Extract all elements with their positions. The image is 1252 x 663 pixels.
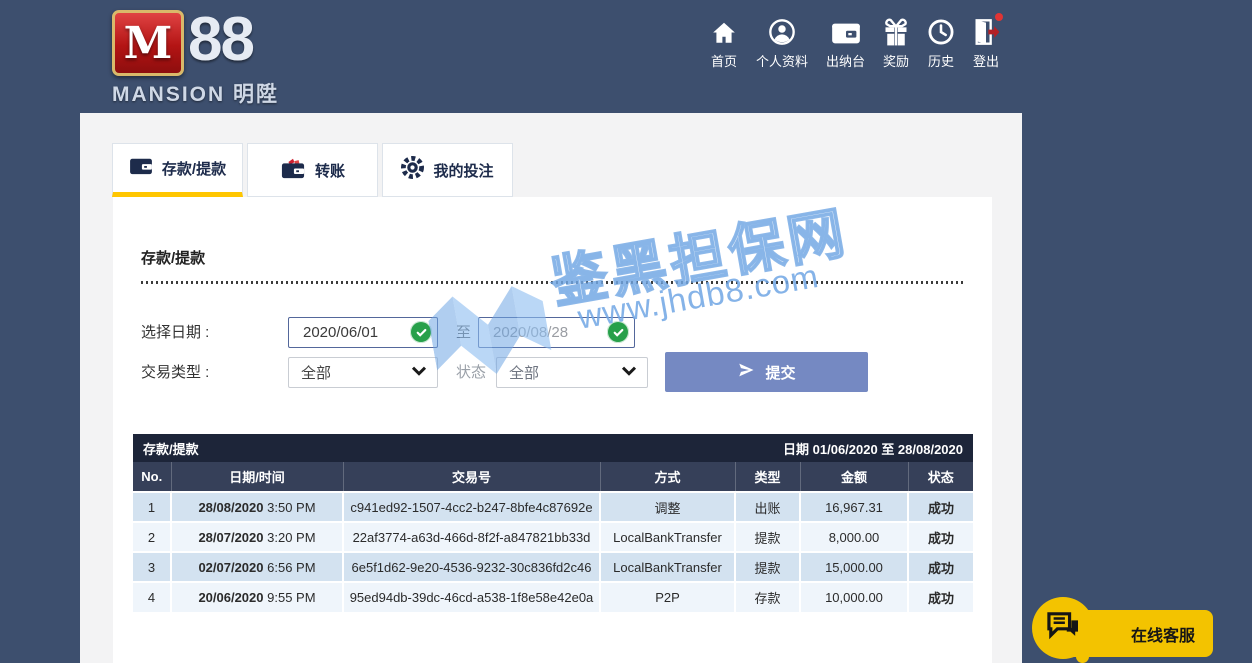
- m88-logo-emblem: M: [112, 10, 184, 76]
- status-value: 全部: [509, 362, 539, 383]
- col-header-no: No.: [133, 462, 171, 492]
- to-label: 至: [456, 317, 471, 348]
- valid-check-icon: [410, 321, 432, 343]
- cell-amount: 8,000.00: [800, 522, 908, 552]
- notification-dot: [995, 13, 1003, 21]
- nav-item-label: 首页: [711, 51, 737, 70]
- chevron-down-icon: [411, 364, 427, 382]
- cell-type: 提款: [735, 552, 800, 582]
- section-title: 存款/提款: [141, 247, 205, 268]
- profile-icon: [768, 16, 796, 46]
- cell-no: 3: [133, 552, 171, 582]
- cell-datetime: 20/06/2020 9:55 PM: [171, 582, 343, 612]
- col-header-status: 状态: [908, 462, 973, 492]
- submit-button-label: 提交: [765, 362, 795, 383]
- cell-type: 出账: [735, 492, 800, 522]
- nav-item-label: 出纳台: [826, 51, 865, 70]
- col-header-amount: 金额: [800, 462, 908, 492]
- transactions-table: No. 日期/时间 交易号 方式 类型 金额 状态 1 28/08/2020 3…: [133, 462, 973, 612]
- tab-deposit-withdrawal[interactable]: 存款/提款: [112, 143, 243, 197]
- table-title-bar: 存款/提款 日期 01/06/2020 至 28/08/2020: [133, 434, 973, 462]
- table-header-row: No. 日期/时间 交易号 方式 类型 金额 状态: [133, 462, 973, 492]
- status-label: 状态: [456, 357, 486, 388]
- m88-logo-subtitle: MANSION 明陞: [112, 78, 312, 108]
- live-chat-bubble[interactable]: [1032, 597, 1094, 659]
- cell-type: 提款: [735, 522, 800, 552]
- table-date-range: 日期 01/06/2020 至 28/08/2020: [783, 439, 963, 458]
- cell-amount: 10,000.00: [800, 582, 908, 612]
- m88-logo-88: 88: [188, 4, 253, 75]
- nav-item-label: 奖励: [883, 51, 909, 70]
- nav-item-cashier[interactable]: 出纳台: [826, 16, 865, 70]
- rewards-gift-icon: [883, 16, 909, 46]
- cell-method: LocalBankTransfer: [600, 522, 735, 552]
- tab-transfer[interactable]: 转账: [247, 143, 378, 197]
- nav-item-label: 历史: [928, 51, 954, 70]
- cell-status: 成功: [908, 552, 973, 582]
- m88-logo-m: M: [124, 18, 173, 69]
- nav-item-label: 个人资料: [756, 51, 808, 70]
- cell-method: 调整: [600, 492, 735, 522]
- table-row: 3 02/07/2020 6:56 PM 6e5f1d62-9e20-4536-…: [133, 552, 973, 582]
- cell-status: 成功: [908, 522, 973, 552]
- transaction-type-value: 全部: [301, 362, 331, 383]
- logout-door-icon: [973, 16, 999, 46]
- cell-datetime: 28/08/2020 3:50 PM: [171, 492, 343, 522]
- section-divider: [141, 281, 963, 284]
- m88-logo[interactable]: M 88 MANSION 明陞: [108, 8, 318, 106]
- nav-item-label: 登出: [973, 51, 999, 70]
- wallet-icon: [129, 156, 153, 181]
- cell-method: P2P: [600, 582, 735, 612]
- cell-txn-id: 6e5f1d62-9e20-4536-9232-30c836fd2c46: [343, 552, 600, 582]
- col-header-datetime: 日期/时间: [171, 462, 343, 492]
- transfer-wallet-icon: [280, 156, 306, 185]
- valid-check-icon: [607, 321, 629, 343]
- nav-item-logout[interactable]: 登出: [973, 16, 999, 70]
- cell-txn-id: 95ed94db-39dc-46cd-a538-1f8e58e42e0a: [343, 582, 600, 612]
- chat-icon: [1046, 611, 1080, 646]
- paper-plane-icon: [737, 361, 755, 383]
- tab-my-bets[interactable]: 我的投注: [382, 143, 513, 197]
- cell-amount: 15,000.00: [800, 552, 908, 582]
- top-nav: 首页 个人资料 出纳台 奖励 历史: [710, 16, 999, 70]
- cell-txn-id: c941ed92-1507-4cc2-b247-8bfe4c87692e: [343, 492, 600, 522]
- page: M 88 MANSION 明陞 首页 个人资料 出纳台 奖: [0, 0, 1252, 663]
- nav-item-rewards[interactable]: 奖励: [883, 16, 909, 70]
- nav-item-profile[interactable]: 个人资料: [756, 16, 808, 70]
- chevron-down-icon: [621, 364, 637, 382]
- home-icon: [710, 16, 738, 46]
- cell-no: 4: [133, 582, 171, 612]
- tab-label: 我的投注: [433, 160, 493, 181]
- cell-method: LocalBankTransfer: [600, 552, 735, 582]
- table-row: 4 20/06/2020 9:55 PM 95ed94db-39dc-46cd-…: [133, 582, 973, 612]
- cell-datetime: 28/07/2020 3:20 PM: [171, 522, 343, 552]
- tab-label: 存款/提款: [162, 158, 226, 179]
- cell-txn-id: 22af3774-a63d-466d-8f2f-a847821bb33d: [343, 522, 600, 552]
- cell-type: 存款: [735, 582, 800, 612]
- live-chat-label: 在线客服: [1131, 622, 1195, 646]
- poker-chip-icon: [401, 156, 424, 184]
- history-clock-icon: [927, 16, 955, 46]
- cell-amount: 16,967.31: [800, 492, 908, 522]
- cell-no: 1: [133, 492, 171, 522]
- date-range-label: 选择日期 :: [141, 317, 209, 348]
- cell-datetime: 02/07/2020 6:56 PM: [171, 552, 343, 582]
- transaction-type-select[interactable]: 全部: [288, 357, 438, 388]
- col-header-type: 类型: [735, 462, 800, 492]
- submit-button[interactable]: 提交: [665, 352, 868, 392]
- cell-no: 2: [133, 522, 171, 552]
- col-header-method: 方式: [600, 462, 735, 492]
- cell-status: 成功: [908, 582, 973, 612]
- nav-item-history[interactable]: 历史: [927, 16, 955, 70]
- cell-status: 成功: [908, 492, 973, 522]
- transaction-type-label: 交易类型 :: [141, 357, 209, 388]
- col-header-txn-id: 交易号: [343, 462, 600, 492]
- table-row: 1 28/08/2020 3:50 PM c941ed92-1507-4cc2-…: [133, 492, 973, 522]
- nav-item-home[interactable]: 首页: [710, 16, 738, 70]
- status-select[interactable]: 全部: [496, 357, 648, 388]
- tab-label: 转账: [315, 160, 345, 181]
- cashier-wallet-icon: [831, 16, 861, 46]
- table-row: 2 28/07/2020 3:20 PM 22af3774-a63d-466d-…: [133, 522, 973, 552]
- table-title: 存款/提款: [143, 439, 199, 458]
